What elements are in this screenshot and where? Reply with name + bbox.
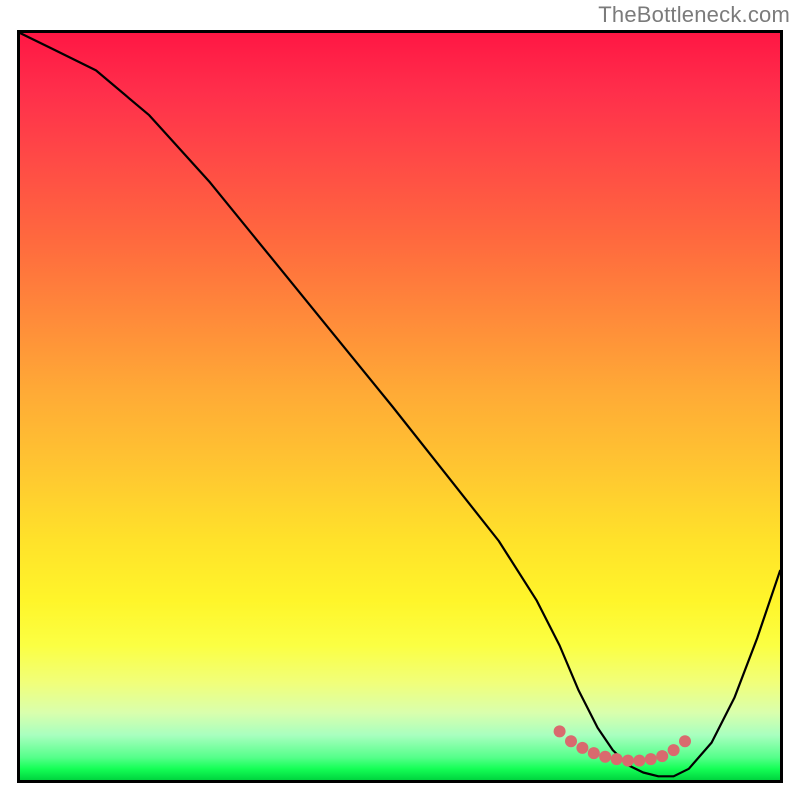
highlight-dot	[668, 744, 680, 756]
highlight-dot	[622, 755, 634, 767]
chart-svg	[20, 33, 780, 780]
highlight-dot	[656, 750, 668, 762]
highlight-dot	[588, 747, 600, 759]
highlight-dot	[633, 755, 645, 767]
highlight-dot	[645, 753, 657, 765]
chart-frame	[17, 30, 783, 783]
highlight-dot	[679, 735, 691, 747]
highlight-dot	[611, 753, 623, 765]
watermark-text: TheBottleneck.com	[598, 2, 790, 28]
highlight-dots-group	[554, 725, 691, 766]
highlight-dot	[576, 742, 588, 754]
highlight-dot	[565, 735, 577, 747]
highlight-dot	[599, 751, 611, 763]
highlight-dot	[554, 725, 566, 737]
main-curve-line	[20, 33, 780, 776]
